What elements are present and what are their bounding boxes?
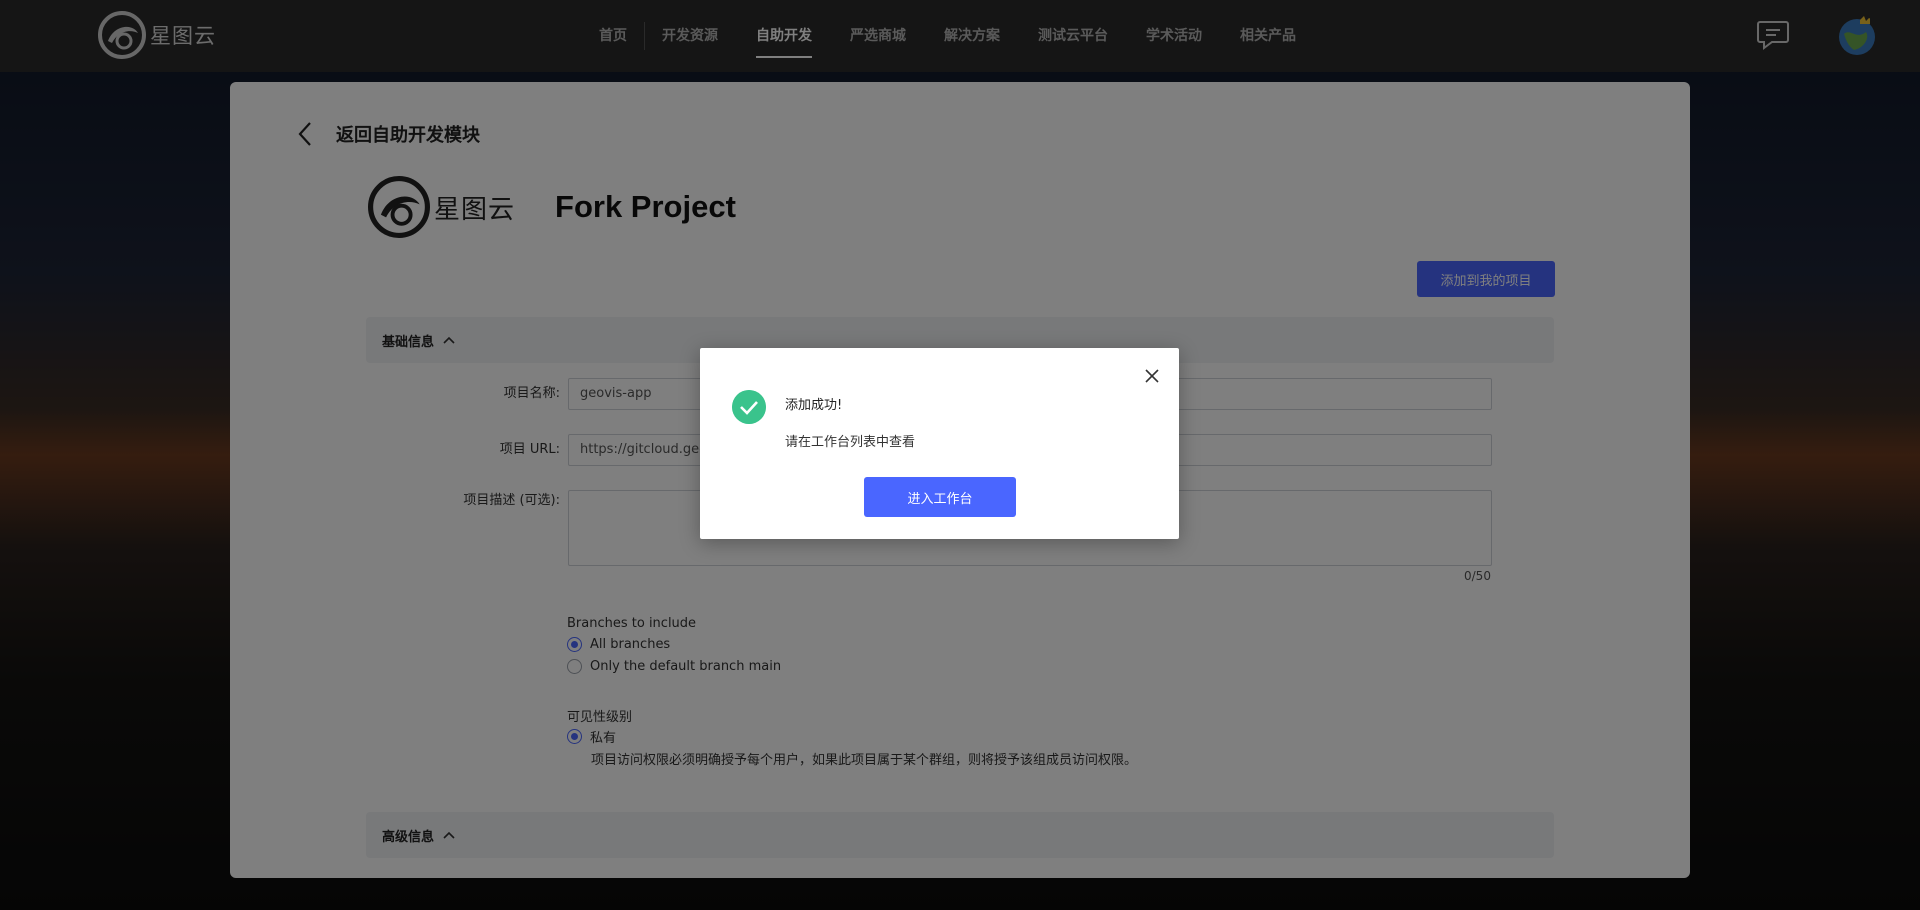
success-dialog: 添加成功! 请在工作台列表中查看 进入工作台 xyxy=(700,348,1179,539)
close-icon[interactable] xyxy=(1142,366,1162,386)
dialog-title: 添加成功! xyxy=(785,398,843,413)
check-circle-icon xyxy=(732,390,766,424)
dialog-message: 请在工作台列表中查看 xyxy=(785,435,916,450)
enter-workbench-button[interactable]: 进入工作台 xyxy=(864,477,1016,517)
